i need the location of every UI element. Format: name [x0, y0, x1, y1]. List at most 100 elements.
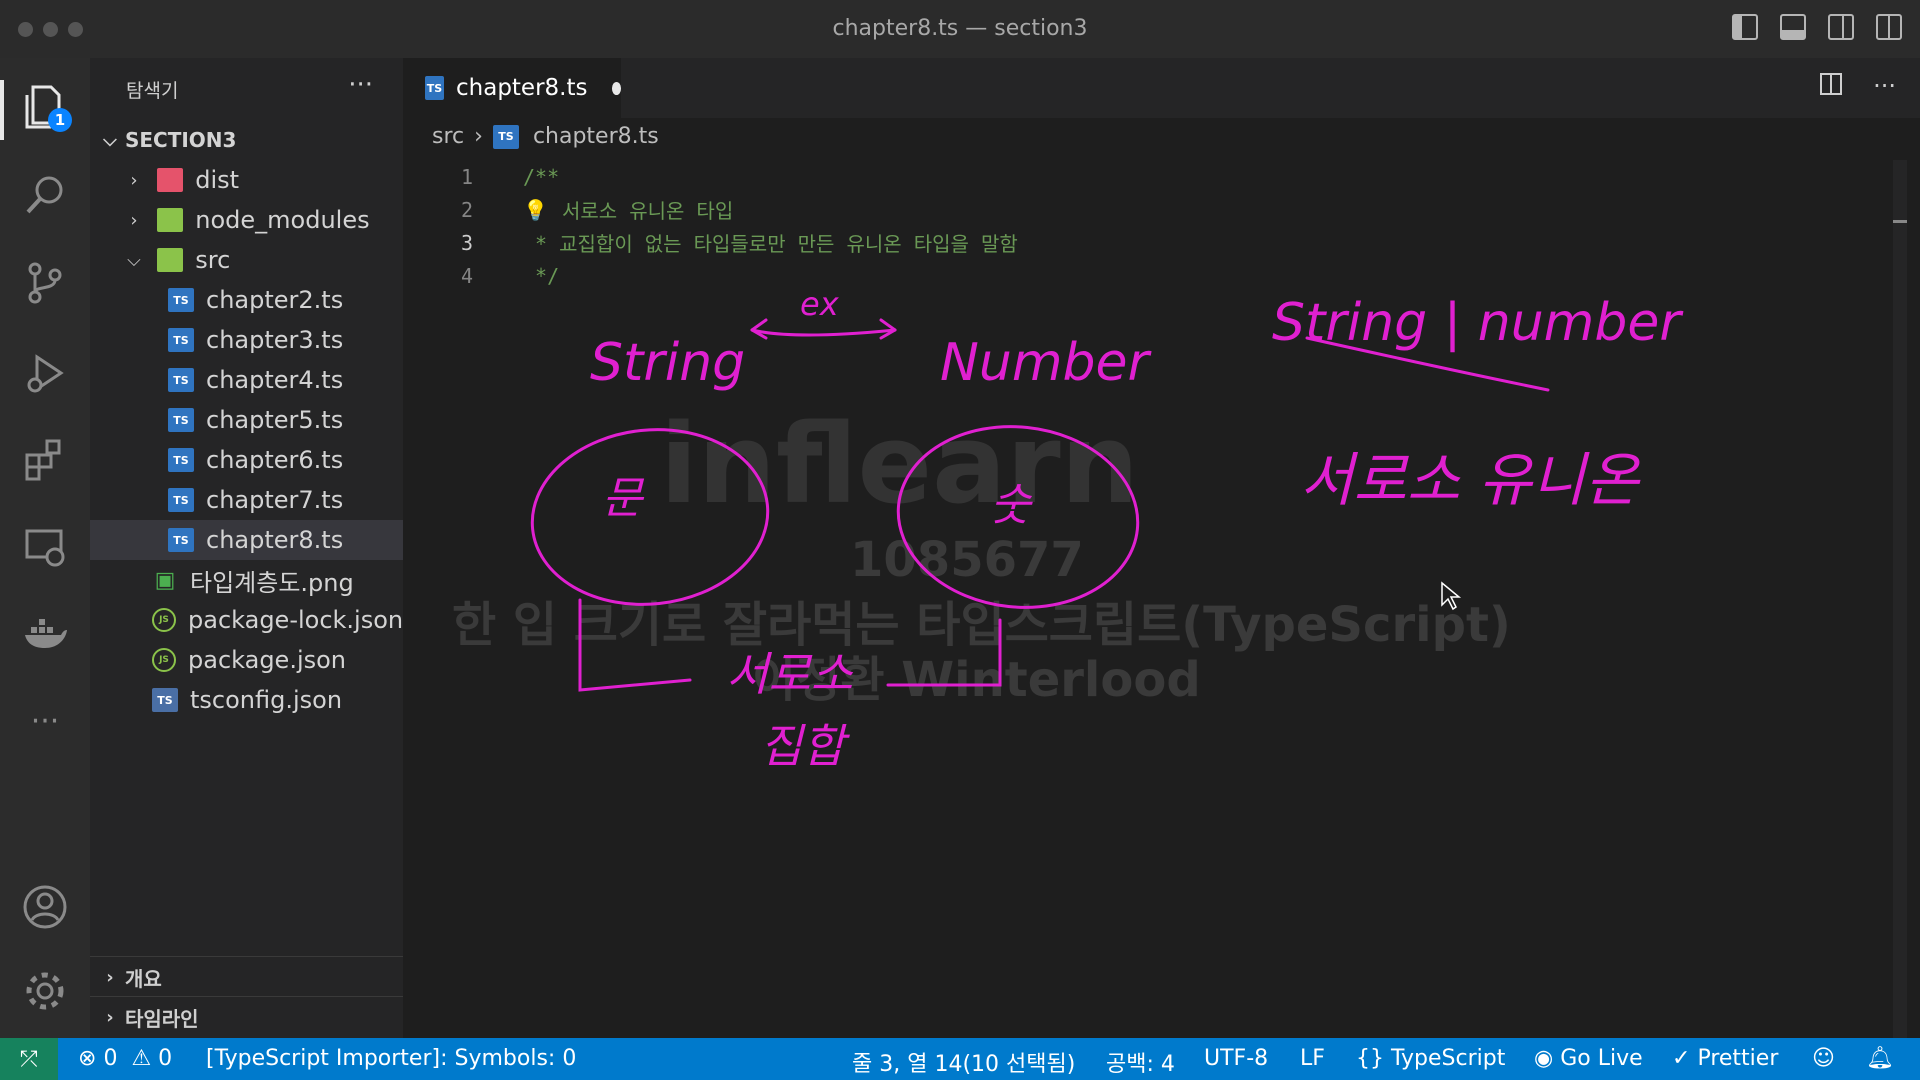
chevron-right-icon: ›	[106, 966, 114, 988]
typescript-file-icon: TS	[168, 288, 194, 312]
remote-indicator-icon[interactable]: ⤱	[0, 1038, 58, 1080]
go-live-button[interactable]: ◉ Go Live	[1534, 1046, 1643, 1071]
outline-section[interactable]: › 개요	[90, 956, 415, 997]
watermark-author: 이정환 Winterlood	[752, 652, 1201, 708]
folder-icon	[157, 168, 184, 192]
braces-icon: {}	[1356, 1046, 1384, 1071]
typescript-file-icon: TS	[425, 76, 444, 100]
tree-item-label: 타입계층도.png	[190, 568, 354, 597]
explorer-title: 탐색기	[126, 80, 179, 102]
check-icon: ✓	[1672, 1046, 1691, 1071]
unsaved-dot-icon[interactable]	[611, 81, 621, 95]
typescript-file-icon: TS	[168, 528, 194, 552]
tree-item-label: package-lock.json	[188, 606, 404, 634]
typescript-file-icon: TS	[168, 368, 194, 392]
nodejs-file-icon: JS	[152, 608, 176, 632]
warning-icon: ⚠	[131, 1046, 152, 1071]
code-text: 서로소 유니온 타입	[549, 199, 734, 223]
remote-explorer-icon[interactable]	[20, 522, 70, 572]
watermark-logo: inflearn	[660, 400, 1139, 528]
toggle-panel-icon[interactable]	[1780, 14, 1806, 40]
explorer-badge: 1	[48, 108, 72, 132]
tree-item-label: chapter6.ts	[206, 446, 344, 474]
line-number: 2	[460, 197, 473, 222]
explorer-more-button[interactable]: ···	[348, 70, 373, 100]
tree-item-label: node_modules	[195, 206, 370, 234]
typescript-file-icon: TS	[492, 124, 519, 149]
broadcast-icon: ◉	[1534, 1046, 1554, 1071]
workspace-root[interactable]: ⌵ SECTION3	[90, 120, 415, 160]
status-bar: ⤱ ⊗ 0 ⚠ 0 [TypeScript Importer]: Symbols…	[0, 1038, 1920, 1080]
tree-item-label: chapter7.ts	[206, 486, 344, 514]
account-icon[interactable]	[20, 882, 70, 932]
toggle-primary-sidebar-icon[interactable]	[1732, 14, 1758, 40]
tree-item-label: chapter8.ts	[206, 526, 344, 554]
line-number: 3	[460, 230, 473, 255]
timeline-section[interactable]: › 타임라인	[90, 996, 415, 1037]
tree-item-node-modules[interactable]: › node_modules	[90, 200, 439, 240]
tab-chapter8[interactable]: TS chapter8.ts	[403, 58, 621, 118]
explorer-sidebar: 탐색기 ··· ⌵ SECTION3 › dist › node_modules…	[90, 58, 481, 1038]
error-count: 0	[103, 1046, 118, 1071]
cursor-position[interactable]: 줄 3, 열 14(10 선택됨)	[852, 1046, 1075, 1078]
typescript-importer-status[interactable]: [TypeScript Importer]: Symbols: 0	[206, 1046, 576, 1071]
chevron-right-icon: ›	[130, 209, 138, 231]
nodejs-file-icon: JS	[152, 648, 176, 672]
editor-more-actions-icon[interactable]: ···	[1873, 72, 1896, 102]
tree-item-label: chapter4.ts	[206, 366, 344, 394]
chevron-down-icon: ⌵	[127, 249, 141, 271]
search-icon[interactable]	[20, 170, 70, 220]
toggle-secondary-sidebar-icon[interactable]	[1828, 14, 1854, 40]
chevron-right-icon: ›	[106, 1006, 114, 1028]
tree-item-src[interactable]: ⌵ src	[90, 240, 439, 280]
run-debug-icon[interactable]	[20, 348, 70, 398]
notifications-bell-icon[interactable]: 🔔︎	[1866, 1046, 1894, 1071]
chevron-down-icon: ⌵	[103, 129, 117, 151]
watermark-id: 1085677	[850, 532, 1084, 588]
split-editor-icon[interactable]	[1819, 72, 1843, 102]
tree-item-label: chapter2.ts	[206, 286, 344, 314]
outline-label: 개요	[124, 966, 162, 991]
vertical-scrollbar[interactable]	[1893, 160, 1907, 1038]
warning-count: 0	[158, 1046, 173, 1071]
tree-item-dist[interactable]: › dist	[90, 160, 439, 200]
breadcrumb-file[interactable]: chapter8.ts	[533, 124, 659, 149]
workspace-root-label: SECTION3	[124, 128, 237, 152]
image-file-icon: ▣	[154, 567, 176, 593]
timeline-label: 타임라인	[124, 1006, 199, 1031]
typescript-file-icon: TS	[168, 408, 194, 432]
code-line: 2 💡 서로소 유니온 타입	[403, 193, 733, 226]
customize-layout-icon[interactable]	[1876, 14, 1902, 40]
folder-icon	[157, 208, 184, 232]
language-mode[interactable]: {} TypeScript	[1356, 1046, 1505, 1071]
line-number: 4	[460, 263, 473, 288]
source-control-icon[interactable]	[20, 258, 70, 308]
tsconfig-file-icon: TS	[152, 688, 178, 712]
language-label: TypeScript	[1391, 1046, 1506, 1071]
breadcrumb: src › TS chapter8.ts	[432, 124, 659, 149]
extensions-icon[interactable]	[20, 434, 70, 484]
indentation-status[interactable]: 공백: 4	[1106, 1046, 1175, 1078]
tree-item-label: src	[195, 246, 231, 274]
activity-bar: 1 ···	[0, 58, 90, 1038]
prettier-status[interactable]: ✓ Prettier	[1672, 1046, 1778, 1071]
chevron-right-icon: ›	[130, 169, 138, 191]
docker-icon[interactable]	[20, 610, 70, 660]
eol-status[interactable]: LF	[1300, 1046, 1325, 1071]
explorer-icon[interactable]: 1	[20, 82, 72, 132]
chevron-right-icon: ›	[474, 124, 483, 149]
code-text: */	[523, 263, 560, 288]
typescript-file-icon: TS	[168, 328, 194, 352]
prettier-label: Prettier	[1697, 1046, 1779, 1071]
tree-item-label: tsconfig.json	[190, 686, 343, 714]
more-views-icon[interactable]: ···	[20, 696, 70, 746]
feedback-icon[interactable]: ☺	[1812, 1046, 1835, 1071]
encoding-status[interactable]: UTF-8	[1204, 1046, 1268, 1071]
problems-indicator[interactable]: ⊗ 0 ⚠ 0	[78, 1046, 172, 1071]
title-bar: chapter8.ts — section3	[0, 0, 1920, 59]
code-line: 1 /**	[403, 160, 559, 193]
go-live-label: Go Live	[1560, 1046, 1643, 1071]
lightbulb-icon[interactable]: 💡	[523, 198, 548, 222]
settings-gear-icon[interactable]	[20, 966, 70, 1016]
breadcrumb-folder[interactable]: src	[432, 124, 464, 149]
